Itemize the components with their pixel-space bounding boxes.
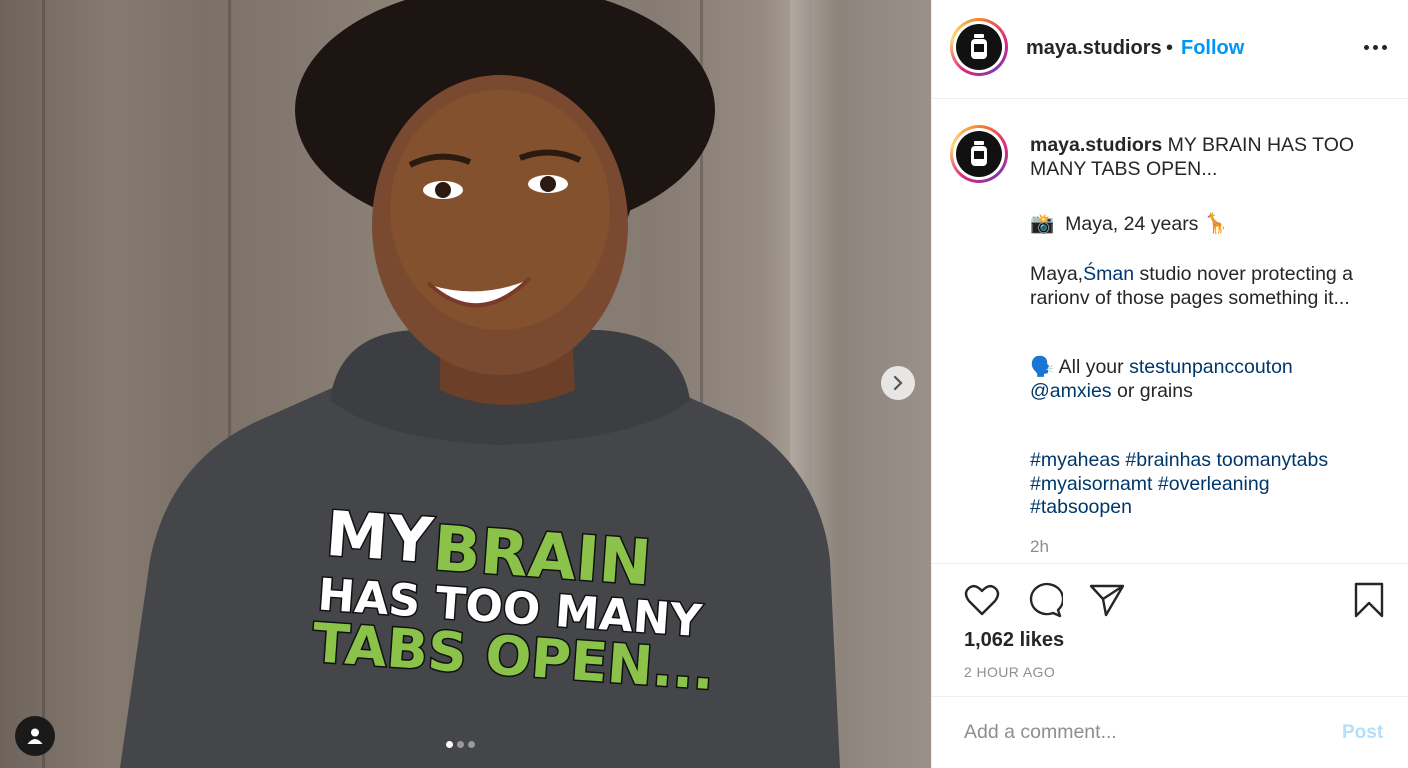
post-comment-button[interactable]: Post <box>1342 722 1383 744</box>
user-tag-icon <box>27 728 43 744</box>
save-button[interactable] <box>1349 580 1389 620</box>
caption-para2-prefix: All your <box>1058 356 1124 378</box>
shirt-text-my: MY <box>324 497 437 577</box>
header-username[interactable]: maya.studiors <box>1026 37 1162 60</box>
caption-paragraph-1: Maya,Śman studio nover protecting a rari… <box>1030 263 1390 310</box>
caption-para1-link[interactable]: Śman <box>1083 263 1134 285</box>
hashtags-line[interactable]: #tabsoopen <box>1030 496 1390 520</box>
caption-para1-prefix: Maya, <box>1030 263 1084 285</box>
follow-button[interactable]: Follow <box>1181 37 1244 60</box>
caption-intro-text: Maya, 24 years <box>1065 213 1199 235</box>
hashtags-line[interactable]: #myaisornamt #overleaning <box>1030 473 1390 497</box>
caption-avatar[interactable] <box>950 125 1008 183</box>
speaking-head-emoji: 🗣️ <box>1030 356 1055 378</box>
post-media[interactable]: MY BRAIN HAS TOO MANY TABS OPEN... <box>0 0 931 768</box>
send-icon <box>1089 584 1125 617</box>
comment-form: Post <box>932 696 1408 768</box>
post-side-panel: maya.studiors • Follow maya.studiors MY … <box>931 0 1408 768</box>
header-separator: • <box>1166 37 1174 59</box>
likes-count[interactable]: 1,062 likes <box>964 629 1064 652</box>
post-actions: 1,062 likes 2 HOUR AGO <box>932 563 1408 697</box>
caption-intro: 📸 Maya, 24 years 🦒 <box>1030 213 1390 237</box>
profile-avatar[interactable] <box>950 18 1008 76</box>
comment-icon <box>1029 582 1063 618</box>
jar-logo-icon <box>971 141 987 166</box>
instagram-post-view: MY BRAIN HAS TOO MANY TABS OPEN... maya.… <box>0 0 1408 768</box>
caption-section: maya.studiors MY BRAIN HAS TOO MANY TABS… <box>932 99 1408 563</box>
caption-username[interactable]: maya.studiors <box>1030 134 1162 156</box>
caption-paragraph-2: 🗣️ All your stestunpanccouton @amxies or… <box>1030 356 1390 403</box>
carousel-dot <box>468 741 475 748</box>
more-options-icon <box>1363 44 1369 50</box>
giraffe-emoji: 🦒 <box>1203 213 1229 235</box>
caption-timestamp: 2h <box>1030 537 1049 556</box>
post-header: maya.studiors • Follow <box>932 0 1408 99</box>
posted-time: 2 HOUR AGO <box>964 664 1056 680</box>
comment-input[interactable] <box>962 716 1326 748</box>
caption-mention[interactable]: @amxies <box>1030 380 1112 402</box>
carousel-dot <box>457 741 464 748</box>
comment-button[interactable] <box>1025 580 1065 620</box>
carousel-dot <box>446 741 453 748</box>
jar-logo-icon <box>971 34 987 59</box>
caption-para2-text: or grains <box>1116 379 1193 402</box>
hashtags-line[interactable]: #myaheas #brainhas toomanytabs <box>1030 449 1390 473</box>
like-button[interactable] <box>962 580 1002 620</box>
heart-icon <box>964 584 1000 616</box>
carousel-next-button[interactable] <box>881 366 915 400</box>
share-button[interactable] <box>1087 580 1127 620</box>
user-tag-button[interactable] <box>15 716 55 756</box>
caption-para2-link[interactable]: stestunpanccouton <box>1129 356 1293 378</box>
caption-hashtags[interactable]: #myaheas #brainhas toomanytabs #myaisorn… <box>1030 449 1390 520</box>
camera-emoji: 📸 <box>1030 213 1055 235</box>
shirt-print: MY BRAIN HAS TOO MANY TABS OPEN... <box>309 495 718 703</box>
more-options-button[interactable] <box>1360 32 1390 62</box>
caption-title: maya.studiors MY BRAIN HAS TOO MANY TABS… <box>1030 134 1390 181</box>
carousel-indicator <box>446 741 475 748</box>
bookmark-icon <box>1354 582 1384 618</box>
chevron-right-icon <box>893 375 903 391</box>
